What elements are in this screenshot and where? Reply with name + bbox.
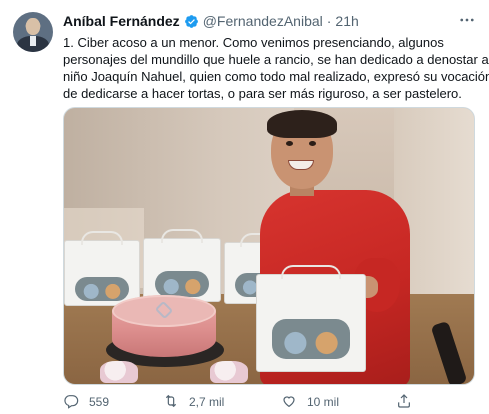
author-display-name[interactable]: Aníbal Fernández xyxy=(63,13,180,29)
separator-dot: · xyxy=(326,13,332,29)
tweet-text-line: 1. Ciber acoso a un menor. Como venimos … xyxy=(63,35,444,50)
verified-badge-icon xyxy=(184,14,199,29)
retweet-icon xyxy=(163,393,189,412)
reply-button[interactable]: 559 xyxy=(63,392,109,412)
share-button[interactable] xyxy=(396,392,422,412)
tweet-text-line: niño Joaquín Nahuel, quien como todo mal… xyxy=(63,69,489,84)
tweet-text-line: personajes del mundillo que huele a ranc… xyxy=(63,52,489,67)
share-icon xyxy=(396,393,422,412)
author-handle[interactable]: @FernandezAnibal xyxy=(203,13,323,29)
tweet-actions: 559 2,7 mil 10 mil xyxy=(63,392,483,412)
photo-boy-hair xyxy=(267,110,337,138)
tweet-card[interactable]: Aníbal Fernández @FernandezAnibal · 21h … xyxy=(0,0,489,414)
avatar-face xyxy=(26,18,40,35)
cake-box xyxy=(143,229,221,302)
photo-cupcake xyxy=(210,361,248,383)
like-count: 10 mil xyxy=(307,395,340,409)
tweet-text: 1. Ciber acoso a un menor. Como venimos … xyxy=(63,34,489,102)
reply-count: 559 xyxy=(89,395,110,409)
author-avatar[interactable] xyxy=(13,12,53,52)
retweet-button[interactable]: 2,7 mil xyxy=(163,392,224,412)
tweet-text-line: de dedicarse a hacer tortas, o para ser … xyxy=(63,86,462,101)
tweet-header: Aníbal Fernández @FernandezAnibal · 21h xyxy=(63,11,359,31)
avatar-shirt xyxy=(30,36,36,46)
cake-box xyxy=(64,231,140,306)
like-button[interactable]: 10 mil xyxy=(281,392,339,412)
photo-boy-eye xyxy=(309,141,316,146)
photo-cupcake xyxy=(100,361,138,383)
cake-box-front xyxy=(256,265,366,372)
reply-icon xyxy=(63,393,89,412)
tweet-timestamp[interactable]: 21h xyxy=(335,13,358,29)
tweet-photo[interactable] xyxy=(63,107,475,385)
retweet-count: 2,7 mil xyxy=(189,395,225,409)
heart-icon xyxy=(281,393,307,412)
more-options-icon[interactable] xyxy=(455,10,479,30)
photo-boy-eye xyxy=(286,141,293,146)
